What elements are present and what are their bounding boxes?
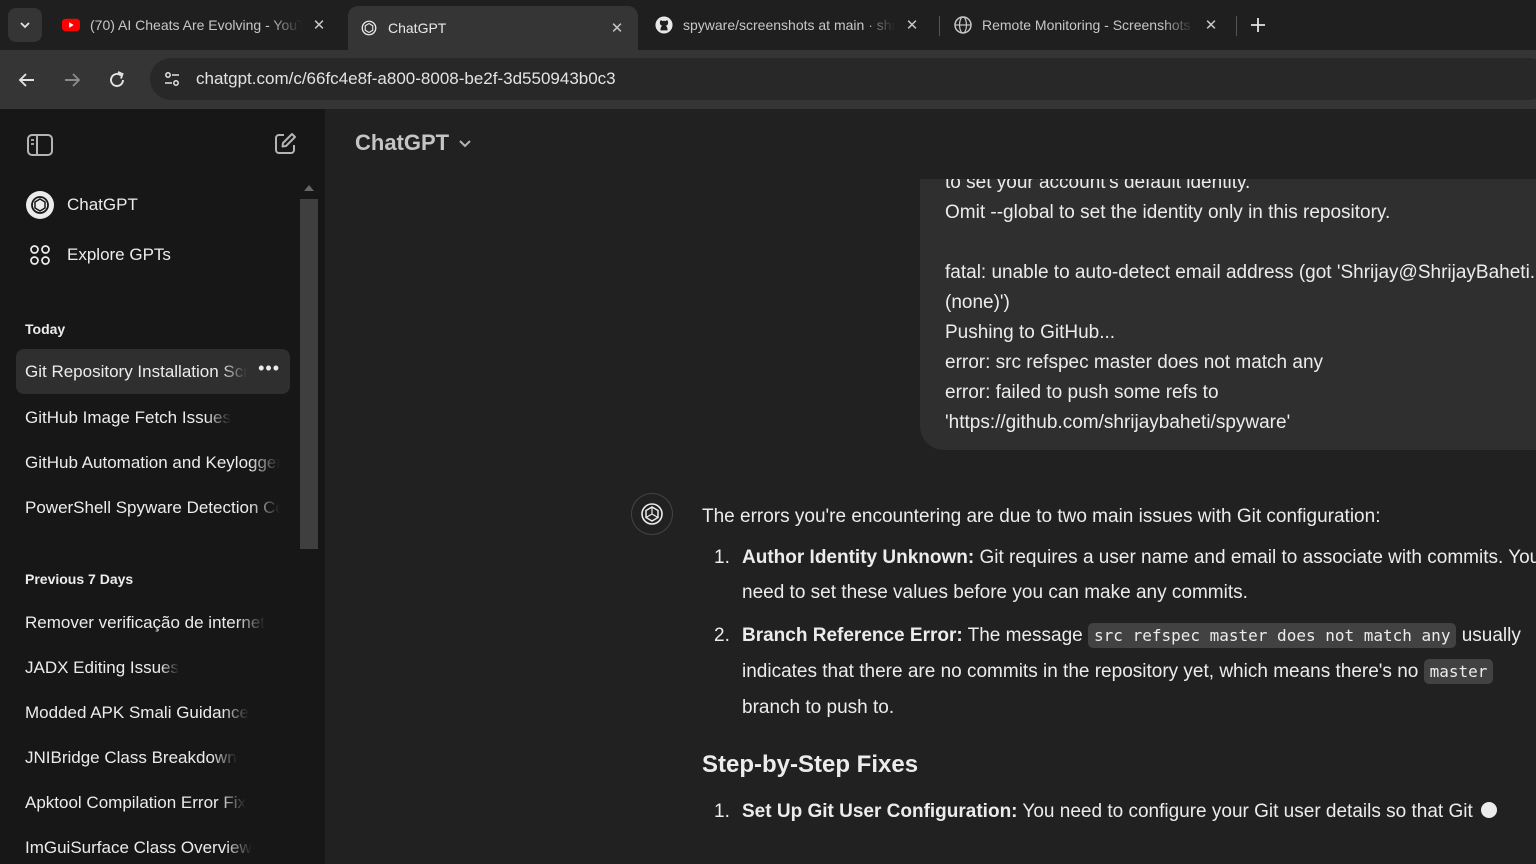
chat-history-item[interactable]: GitHub Automation and Keylogger	[16, 440, 280, 485]
chatgpt-icon	[360, 19, 378, 37]
tab-title: (70) AI Cheats Are Evolving - YouTube	[90, 17, 302, 33]
arrow-right-icon	[65, 73, 81, 87]
list-item-title: Branch Reference Error:	[742, 625, 963, 646]
chat-title: GitHub Image Fetch Issues	[25, 407, 231, 427]
globe-icon	[954, 16, 972, 34]
inline-code: master	[1423, 659, 1494, 684]
chat-title: PowerShell Spyware Detection Code	[25, 497, 280, 517]
tab-remote-monitoring[interactable]: Remote Monitoring - Screenshots ✕	[942, 6, 1232, 44]
chat-title: GitHub Automation and Keylogger	[25, 452, 280, 472]
answer-intro: The errors you're encountering are due t…	[702, 506, 1381, 527]
new-tab-button[interactable]	[1246, 13, 1270, 37]
address-bar[interactable]: chatgpt.com/c/66fc4e8f-a800-8008-be2f-3d…	[150, 58, 1536, 100]
chat-title: JNIBridge Class Breakdown	[25, 747, 237, 767]
assistant-message: The errors you're encountering are due t…	[702, 502, 1536, 830]
scroll-up-arrow-icon[interactable]	[304, 185, 314, 191]
new-chat-button[interactable]	[270, 129, 300, 159]
tab-search-button[interactable]	[8, 8, 42, 42]
sidebar: ChatGPT Explore GPTs Today Git Repositor…	[0, 109, 325, 864]
tab-github[interactable]: spyware/screenshots at main · shrijaybah…	[643, 6, 933, 44]
issues-list: 1. Author Identity Unknown: Git requires…	[702, 540, 1536, 726]
chat-history-item[interactable]: JNIBridge Class Breakdown	[16, 735, 280, 780]
chat-history-item[interactable]: JADX Editing Issues	[16, 645, 280, 690]
list-item-title: Set Up Git User Configuration:	[742, 801, 1018, 822]
header-backdrop	[325, 109, 1536, 179]
section-heading: Step-by-Step Fixes	[702, 751, 919, 778]
chat-history-item[interactable]: Git Repository Installation Script •••	[16, 349, 290, 394]
browser-toolbar: chatgpt.com/c/66fc4e8f-a800-8008-be2f-3d…	[0, 50, 1536, 109]
forward-button[interactable]	[58, 66, 86, 94]
tab-separator	[1236, 16, 1237, 36]
section-heading-today: Today	[25, 321, 66, 337]
chat-title: Remover verificação de internet	[25, 612, 266, 632]
chat-title: Modded APK Smali Guidance	[25, 702, 249, 722]
close-icon[interactable]: ✕	[310, 16, 328, 34]
list-number: 2.	[714, 625, 730, 646]
chatgpt-icon	[641, 503, 663, 525]
list-item-title: Author Identity Unknown:	[742, 547, 975, 568]
sidebar-panel-icon	[27, 134, 53, 156]
steps-list: 1. Set Up Git User Configuration: You ne…	[702, 794, 1536, 830]
reload-icon	[110, 71, 124, 87]
chat-history-item[interactable]: GitHub Image Fetch Issues	[16, 395, 280, 440]
close-icon[interactable]: ✕	[903, 16, 921, 34]
streaming-cursor	[1480, 802, 1497, 818]
url-text[interactable]: chatgpt.com/c/66fc4e8f-a800-8008-be2f-3d…	[196, 69, 616, 89]
tab-title: ChatGPT	[388, 20, 447, 36]
sidebar-item-explore-gpts[interactable]: Explore GPTs	[16, 235, 290, 275]
grid-icon	[24, 239, 56, 271]
reload-button[interactable]	[103, 66, 131, 94]
github-icon	[655, 16, 673, 34]
tab-title: Remote Monitoring - Screenshots	[982, 17, 1191, 33]
plus-icon	[1251, 18, 1265, 32]
more-options-icon[interactable]: •••	[258, 358, 280, 379]
sidebar-scrollbar[interactable]	[300, 185, 318, 549]
assistant-avatar	[631, 493, 673, 535]
chat-history-item[interactable]: PowerShell Spyware Detection Code	[16, 485, 280, 530]
site-settings-icon[interactable]	[157, 64, 187, 94]
tab-title: spyware/screenshots at main · shrijaybah…	[683, 17, 895, 33]
list-item: 1. Author Identity Unknown: Git requires…	[702, 540, 1536, 610]
sidebar-item-label: Explore GPTs	[67, 245, 171, 264]
sidebar-item-chatgpt[interactable]: ChatGPT	[16, 185, 290, 225]
list-item: 2. Branch Reference Error: The message s…	[702, 618, 1536, 726]
section-heading-previous-7-days: Previous 7 Days	[25, 571, 134, 587]
chat-title: JADX Editing Issues	[25, 657, 180, 677]
chat-history-item[interactable]: Apktool Compilation Error Fix	[16, 780, 280, 825]
youtube-icon	[62, 16, 80, 34]
sidebar-item-label: ChatGPT	[67, 195, 138, 214]
sidebar-toggle-button[interactable]	[24, 131, 56, 159]
list-item-text: branch to push to.	[742, 697, 895, 718]
list-item: 1. Set Up Git User Configuration: You ne…	[702, 794, 1536, 830]
close-icon[interactable]: ✕	[1202, 16, 1220, 34]
list-item-text: You need to configure your Git user deta…	[1017, 801, 1473, 822]
user-message-bubble: to set your account's default identity. …	[920, 140, 1536, 450]
close-icon[interactable]: ✕	[608, 19, 626, 37]
list-number: 1.	[714, 801, 730, 822]
chat-history-item[interactable]: Modded APK Smali Guidance	[16, 690, 280, 735]
chat-history-item[interactable]: Remover verificação de internet	[16, 600, 280, 645]
tab-youtube[interactable]: (70) AI Cheats Are Evolving - YouTube ✕	[50, 6, 340, 44]
tab-chatgpt[interactable]: ChatGPT ✕	[348, 6, 638, 50]
model-selector[interactable]: ChatGPT	[355, 130, 473, 156]
chat-title: ImGuiSurface Class Overview	[25, 837, 252, 857]
back-button[interactable]	[13, 66, 41, 94]
compose-icon	[275, 133, 296, 154]
list-number: 1.	[714, 547, 730, 568]
chat-title: Apktool Compilation Error Fix	[25, 792, 247, 812]
tab-separator	[939, 16, 940, 36]
chatgpt-icon	[24, 189, 56, 221]
list-item-text: The message	[962, 625, 1089, 646]
model-name: ChatGPT	[355, 130, 450, 155]
arrow-left-icon	[18, 73, 34, 87]
browser-tab-strip: (70) AI Cheats Are Evolving - YouTube ✕ …	[0, 0, 1536, 50]
chevron-down-icon	[457, 135, 473, 151]
chat-history-item[interactable]: ImGuiSurface Class Overview	[16, 825, 280, 864]
chat-title: Git Repository Installation Script	[25, 361, 247, 381]
chevron-down-icon	[20, 22, 30, 29]
user-message-text: to set your account's default identity. …	[945, 172, 1536, 433]
inline-code: src refspec master does not match any	[1088, 623, 1457, 648]
scrollbar-thumb[interactable]	[300, 199, 318, 549]
